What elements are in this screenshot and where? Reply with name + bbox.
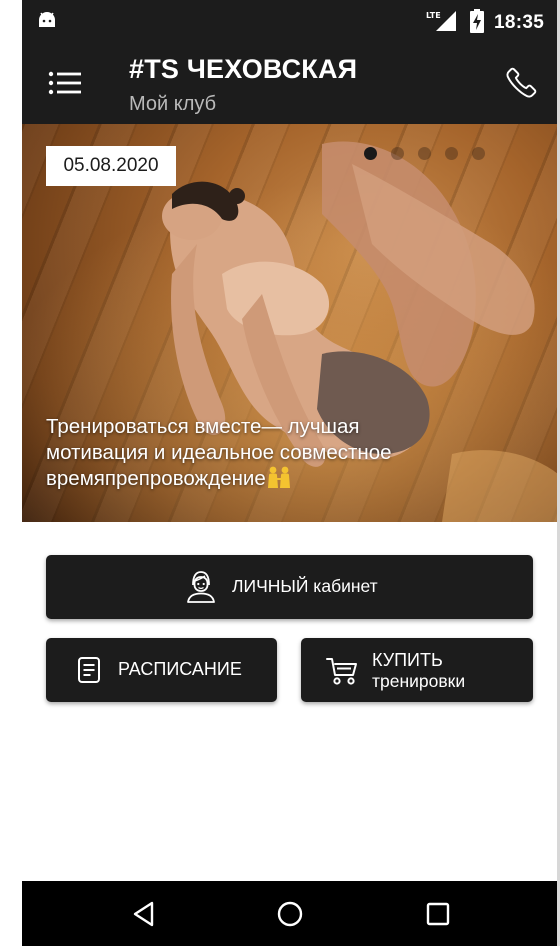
slider-dot[interactable]: [418, 146, 431, 160]
home-icon[interactable]: [274, 898, 306, 930]
slider-dots: [364, 146, 485, 160]
schedule-label: РАСПИСАНИЕ: [118, 659, 242, 679]
user-avatar-icon: [187, 571, 215, 603]
menu-icon[interactable]: [46, 64, 86, 102]
buy-sublabel: тренировки: [372, 671, 466, 691]
back-icon[interactable]: [128, 898, 160, 930]
lte-label: LTE: [426, 11, 441, 20]
banner-caption-text: Тренироваться вместе— лучшая мотивация и…: [46, 415, 392, 490]
personal-cabinet-label: ЛИЧНЫЙ кабинет: [232, 576, 378, 596]
personal-cabinet-button[interactable]: ЛИЧНЫЙ кабинет: [46, 555, 533, 619]
lte-signal-icon: LTE: [426, 11, 456, 31]
status-time: 18:35: [494, 12, 545, 33]
people-holding-hands-emoji: [267, 466, 290, 488]
recent-apps-icon[interactable]: [422, 898, 454, 930]
app-screen: LTE 18:35 #TS ЧЕХОВСКАЯ Мой клуб 05.08.2…: [0, 0, 560, 946]
buy-label: КУПИТЬ: [372, 650, 443, 670]
news-banner[interactable]: 05.08.2020 Тренироваться вместе— лучшая …: [22, 124, 558, 522]
app-subtitle: Мой клуб: [129, 93, 217, 115]
battery-charging-icon: [470, 9, 484, 33]
slider-dot-active[interactable]: [364, 146, 377, 160]
app-bar: #TS ЧЕХОВСКАЯ Мой клуб: [22, 44, 558, 124]
navigation-bar: [22, 881, 558, 946]
buy-trainings-button[interactable]: КУПИТЬ тренировки: [301, 638, 533, 702]
shopping-cart-icon: [326, 658, 357, 685]
status-bar: LTE 18:35: [22, 0, 558, 44]
slider-dot[interactable]: [472, 146, 485, 160]
slider-dot[interactable]: [445, 146, 458, 160]
android-icon: [39, 12, 55, 27]
app-title: #TS ЧЕХОВСКАЯ: [129, 54, 358, 84]
schedule-button[interactable]: РАСПИСАНИЕ: [46, 638, 277, 702]
banner-date: 05.08.2020: [46, 146, 176, 186]
document-list-icon: [78, 657, 100, 683]
slider-dot[interactable]: [391, 146, 404, 160]
banner-caption: Тренироваться вместе— лучшая мотивация и…: [46, 414, 526, 492]
phone-icon[interactable]: [504, 64, 540, 100]
